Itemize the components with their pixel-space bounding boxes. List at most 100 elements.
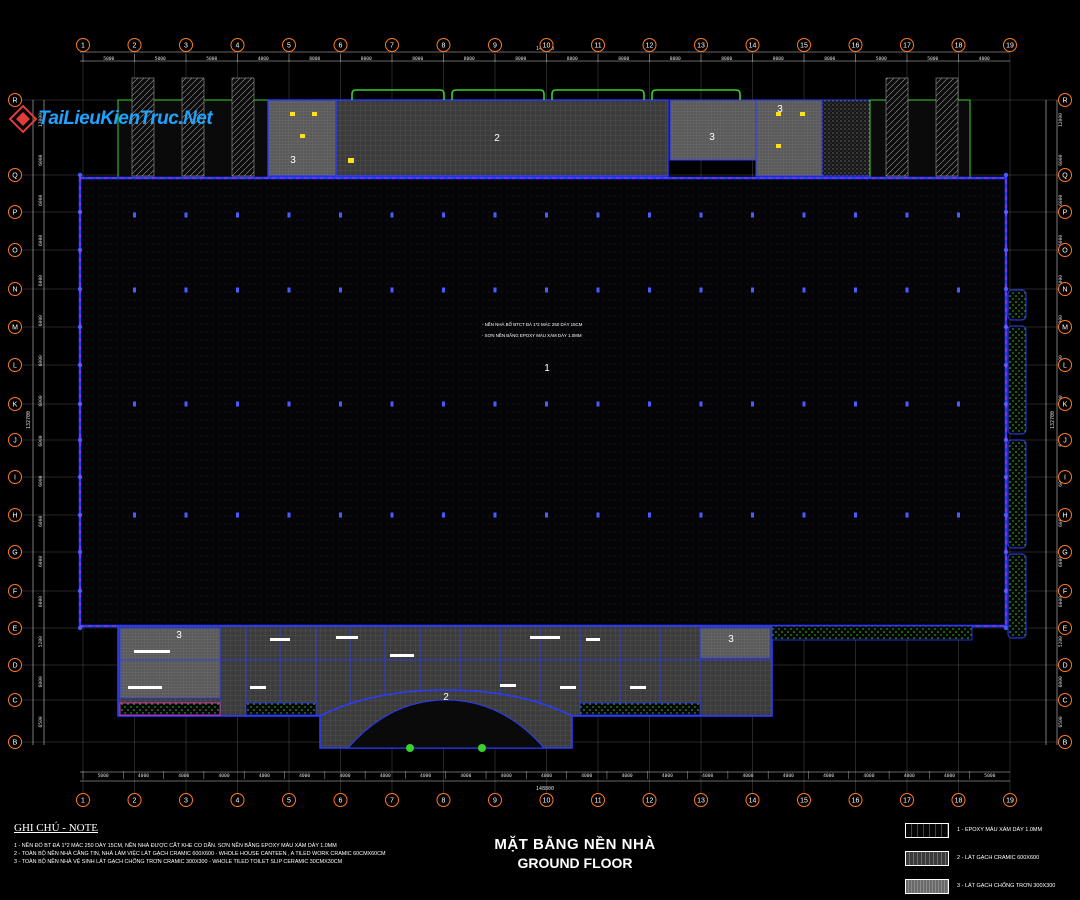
dim-segment: 6000 xyxy=(1058,676,1064,687)
axis-bubble-label: P xyxy=(1063,210,1068,217)
title-vietnamese: MẶT BẰNG NỀN NHÀ xyxy=(494,836,656,853)
column xyxy=(699,512,703,518)
dim-segment: 5200 xyxy=(1058,636,1064,647)
column xyxy=(751,212,754,218)
dim-segment: 5000 xyxy=(876,56,887,62)
dim-segment: 6000 xyxy=(38,195,44,206)
dim-segment: 4000 xyxy=(979,56,990,62)
column xyxy=(133,287,136,293)
center-note-1: - NỀN NHÀ BỔ BTCT ĐÁ 1*2 MÁC 250 DÀY 15C… xyxy=(482,322,583,327)
dim-segment: 6000 xyxy=(38,676,44,687)
axis-bubble-label: D xyxy=(12,663,17,670)
dim-segment: 8000 xyxy=(464,56,475,62)
zone-label-tile-south: 2 xyxy=(443,692,449,703)
legend: 1 - EPOXY MÀU XÁM DÀY 1.0MM 2 - LÁT GẠCH… xyxy=(905,816,1075,900)
dim-segment: 5000 xyxy=(927,56,938,62)
axis-bubble-label: 13 xyxy=(697,798,705,805)
axis-bubble-label: 10 xyxy=(543,798,551,805)
south-office-block xyxy=(117,625,973,752)
dim-segment: 4000 xyxy=(622,773,633,779)
axis-bubble-label: N xyxy=(1062,287,1067,294)
dim-segment: 4000 xyxy=(178,773,189,779)
column xyxy=(596,512,600,518)
dim-segment: 6000 xyxy=(38,516,44,527)
dim-segment: 8000 xyxy=(309,56,320,62)
column xyxy=(339,212,342,218)
axis-bubble-label: R xyxy=(1062,98,1067,105)
column xyxy=(751,512,754,518)
column xyxy=(648,512,651,518)
dim-segment: 4000 xyxy=(420,773,431,779)
axis-bubble-label: 16 xyxy=(852,43,860,50)
axis-bubble-label: 11 xyxy=(594,43,601,50)
axis-bubble-label: B xyxy=(13,740,18,747)
column xyxy=(184,512,188,518)
dim-segment: 4000 xyxy=(904,773,915,779)
column xyxy=(648,287,651,293)
axis-bubble-label: 19 xyxy=(1006,798,1014,805)
axis-bubble-label: E xyxy=(13,626,18,633)
column xyxy=(442,287,445,293)
dim-segment: 4000 xyxy=(702,773,713,779)
column xyxy=(905,287,909,293)
axis-bubble-label: 13 xyxy=(697,43,705,50)
axis-bubble-label: 3 xyxy=(184,798,188,805)
dim-segment: 5000 xyxy=(206,56,217,62)
column xyxy=(545,401,548,407)
dim-segment: 6000 xyxy=(38,556,44,567)
dim-segment: 8000 xyxy=(515,56,526,62)
axis-bubble-label: H xyxy=(12,513,17,520)
dim-segment: 4000 xyxy=(541,773,552,779)
axis-bubble-label: P xyxy=(13,210,18,217)
column xyxy=(184,401,188,407)
column xyxy=(493,512,497,518)
axis-bubble-label: K xyxy=(13,402,18,409)
axis-bubble-label: 6 xyxy=(339,798,343,805)
column xyxy=(493,401,497,407)
axis-bubble-label: 12 xyxy=(646,43,654,50)
axis-bubble-label: K xyxy=(1063,402,1068,409)
column xyxy=(957,212,960,218)
zone-label-toilet-se: 3 xyxy=(728,634,734,645)
logo-icon xyxy=(8,104,38,134)
legend-item: 2 - LÁT GẠCH CRAMIC 600X600 xyxy=(905,844,1075,872)
legend-swatch-tile-600 xyxy=(905,850,949,866)
axis-bubble-label: N xyxy=(12,287,17,294)
dim-segment: 6000 xyxy=(38,275,44,286)
axis-bubble-label: 4 xyxy=(236,43,240,50)
dim-segment: 4000 xyxy=(742,773,753,779)
axis-bubble-label: J xyxy=(13,438,17,445)
axis-bubble-label: I xyxy=(1064,475,1066,482)
column xyxy=(442,212,445,218)
axis-bubble-label: 12 xyxy=(646,798,654,805)
legend-swatch-epoxy xyxy=(905,822,949,838)
legend-item: 1 - EPOXY MÀU XÁM DÀY 1.0MM xyxy=(905,816,1075,844)
watermark-logo: TaiLieuKienTruc.Net xyxy=(8,104,213,134)
column xyxy=(802,401,806,407)
dim-segment: 8000 xyxy=(824,56,835,62)
axis-bubble-label: C xyxy=(12,698,17,705)
dim-segment: 4000 xyxy=(823,773,834,779)
axis-bubble-label: 9 xyxy=(493,798,497,805)
dim-segment: 4000 xyxy=(259,773,270,779)
legend-label: 3 - LÁT GẠCH CHỐNG TRƠN 300X300 xyxy=(957,883,1056,889)
column xyxy=(854,212,857,218)
title-english: GROUND FLOOR xyxy=(517,855,633,871)
column xyxy=(596,212,600,218)
column xyxy=(751,287,754,293)
axis-bubble-label: 5 xyxy=(287,798,291,805)
column xyxy=(1003,247,1009,253)
axis-bubble-label: M xyxy=(1062,325,1068,332)
axis-bubble-label: 8 xyxy=(442,798,446,805)
dim-segment: 6000 xyxy=(38,315,44,326)
column xyxy=(493,287,497,293)
dim-segment: 6000 xyxy=(1058,195,1064,206)
axis-bubble-label: Q xyxy=(1062,173,1068,180)
column xyxy=(648,212,651,218)
notes-title: GHI CHÚ - NOTE xyxy=(14,822,99,834)
column xyxy=(236,287,239,293)
dim-segment: 5000 xyxy=(98,773,109,779)
dim-segment: 8000 xyxy=(670,56,681,62)
column xyxy=(236,512,239,518)
dim-segment: 4000 xyxy=(863,773,874,779)
